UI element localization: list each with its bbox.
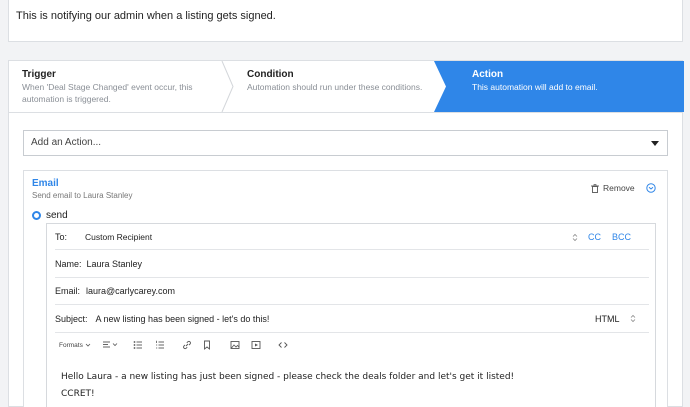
select-caret-icon bbox=[572, 233, 578, 242]
subject-row: Subject: A new listing has been signed -… bbox=[55, 305, 649, 333]
chevron-down-icon bbox=[651, 141, 659, 146]
bullet-list-icon[interactable] bbox=[133, 340, 143, 350]
automation-description-text: This is notifying our admin when a listi… bbox=[16, 10, 276, 22]
select-caret-icon bbox=[630, 314, 636, 323]
step-trigger[interactable]: Trigger When 'Deal Stage Changed' event … bbox=[9, 61, 224, 112]
step-action-title: Action bbox=[472, 69, 504, 80]
cc-link[interactable]: CC bbox=[588, 232, 601, 242]
subject-field[interactable]: A new listing has been signed - let's do… bbox=[96, 314, 270, 324]
step-chevron-icon bbox=[221, 61, 234, 112]
email-body-line[interactable]: Hello Laura - a new listing has just bee… bbox=[61, 372, 514, 382]
remove-button[interactable]: Remove bbox=[591, 183, 635, 193]
formats-label: Formats bbox=[59, 341, 83, 349]
step-action[interactable]: Action This automation will add to email… bbox=[446, 61, 684, 112]
formats-dropdown[interactable]: Formats bbox=[59, 340, 91, 350]
step-condition-title: Condition bbox=[247, 69, 294, 80]
numbered-list-icon[interactable] bbox=[155, 340, 165, 350]
email-action-subtitle: Send email to Laura Stanley bbox=[32, 191, 133, 200]
remove-label: Remove bbox=[603, 183, 635, 193]
email-body-line[interactable]: CCRET! bbox=[61, 389, 95, 399]
step-condition-desc: Automation should run under these condit… bbox=[247, 82, 423, 92]
send-label: send bbox=[46, 210, 68, 221]
step-trigger-desc-line2: automation is triggered. bbox=[22, 94, 111, 104]
email-field[interactable]: laura@carlycarey.com bbox=[86, 286, 175, 296]
add-action-placeholder: Add an Action... bbox=[31, 137, 102, 148]
name-row: Name: Laura Stanley bbox=[55, 250, 649, 278]
chevron-down-icon bbox=[85, 343, 91, 347]
name-label: Name: bbox=[55, 258, 82, 269]
email-action-card: Email Send email to Laura Stanley Remove… bbox=[23, 170, 668, 407]
collapse-circle-icon[interactable] bbox=[646, 183, 656, 193]
name-field[interactable]: Laura Stanley bbox=[87, 259, 143, 269]
step-chevron-active-icon bbox=[434, 61, 448, 112]
link-icon[interactable] bbox=[182, 340, 192, 350]
step-trigger-desc-line1: When 'Deal Stage Changed' event occur, t… bbox=[22, 82, 193, 92]
image-icon[interactable] bbox=[230, 340, 240, 350]
to-label: To: bbox=[55, 231, 68, 242]
trash-icon bbox=[591, 183, 599, 193]
bookmark-icon[interactable] bbox=[203, 340, 211, 350]
step-trigger-title: Trigger bbox=[22, 69, 56, 80]
media-icon[interactable] bbox=[251, 340, 261, 350]
automation-description[interactable]: This is notifying our admin when a listi… bbox=[8, 0, 683, 42]
add-action-select[interactable]: Add an Action... bbox=[23, 130, 668, 156]
format-select[interactable]: HTML bbox=[595, 314, 620, 324]
step-action-desc: This automation will add to email. bbox=[472, 82, 598, 92]
send-option[interactable]: send bbox=[32, 210, 68, 221]
email-action-title[interactable]: Email bbox=[32, 178, 59, 189]
email-row: Email: laura@carlycarey.com bbox=[55, 278, 649, 305]
editor-toolbar: Formats bbox=[55, 334, 649, 356]
action-panel: Add an Action... Email Send email to Lau… bbox=[8, 113, 683, 407]
email-label: Email: bbox=[55, 286, 81, 296]
automation-steps: Trigger When 'Deal Stage Changed' event … bbox=[8, 60, 684, 113]
align-icon[interactable] bbox=[102, 340, 118, 350]
to-row: To: Custom Recipient CC BCC bbox=[55, 224, 649, 250]
step-condition[interactable]: Condition Automation should run under th… bbox=[234, 61, 444, 112]
subject-label: Subject: bbox=[55, 313, 88, 324]
bcc-link[interactable]: BCC bbox=[612, 232, 631, 242]
code-icon[interactable] bbox=[278, 340, 288, 350]
email-form: To: Custom Recipient CC BCC Name: Laura … bbox=[46, 223, 656, 407]
to-select[interactable]: Custom Recipient bbox=[85, 232, 152, 242]
radio-selected-icon[interactable] bbox=[32, 211, 41, 220]
